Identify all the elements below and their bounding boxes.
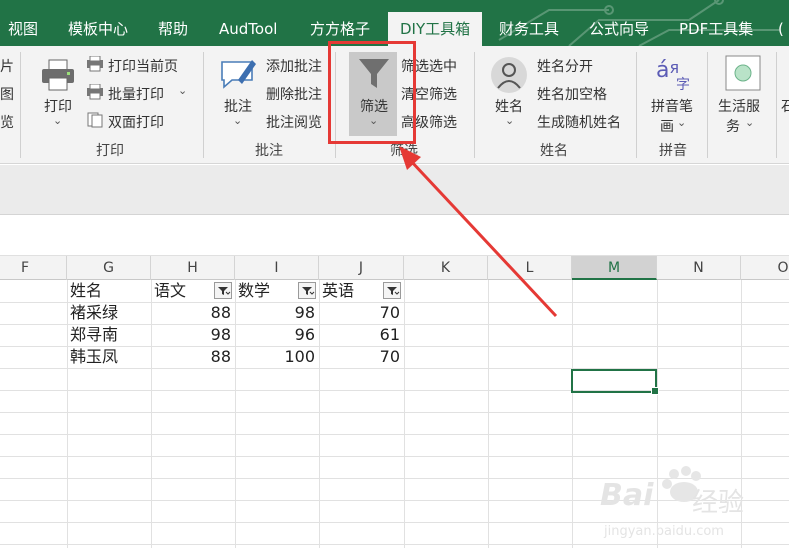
header-cell-math[interactable]: 数学 <box>238 280 270 302</box>
tab-pdf-toolset[interactable]: PDF工具集 <box>679 0 753 46</box>
cell-math[interactable]: 98 <box>235 302 319 324</box>
group-separator <box>474 52 475 158</box>
sheet-toolbar-area <box>0 216 789 256</box>
name-add-space-button[interactable]: 姓名加空格 <box>537 84 607 104</box>
tab-view[interactable]: 视图 <box>8 0 38 46</box>
cell-name[interactable]: 褚采绿 <box>70 302 118 324</box>
tab-fangfang[interactable]: 方方格子 <box>310 0 370 46</box>
filter-funnel-icon <box>218 287 231 295</box>
name-group-label: 姓名 <box>540 143 568 159</box>
header-cell-chinese[interactable]: 语文 <box>154 280 186 302</box>
baidu-watermark: Bai 经验 jingyan.baidu.com <box>600 462 780 544</box>
pinyin-stroke-button-line2[interactable]: 画 <box>660 116 674 136</box>
comment-icon <box>221 60 256 89</box>
ribbon-tab-bar: 视图 模板中心 帮助 AudTool 方方格子 DIY工具箱 财务工具 公式向导… <box>0 0 789 46</box>
cut-label-2[interactable]: 图 <box>0 84 14 104</box>
column-header-f[interactable]: F <box>0 256 67 280</box>
cell-chinese[interactable]: 88 <box>151 302 235 324</box>
column-header-o[interactable]: O <box>741 256 789 280</box>
filter-dropdown-english[interactable] <box>383 282 401 299</box>
cell-math[interactable]: 96 <box>235 324 319 346</box>
random-name-button[interactable]: 生成随机姓名 <box>537 112 621 132</box>
cut-label-1[interactable]: 片 <box>0 56 14 76</box>
batch-print-button[interactable]: 批量打印 <box>108 84 164 104</box>
column-header-bar: F G H I J K L M N O <box>0 256 789 280</box>
group-separator <box>776 52 777 158</box>
column-header-k[interactable]: K <box>404 256 488 280</box>
column-header-i[interactable]: I <box>235 256 319 280</box>
column-header-j[interactable]: J <box>319 256 404 280</box>
filter-funnel-icon <box>387 287 400 295</box>
pinyin-char: 字 <box>676 77 690 93</box>
print-page-icon <box>87 56 103 72</box>
watermark-text: Bai <box>600 478 654 513</box>
print-current-page-button[interactable]: 打印当前页 <box>108 56 178 76</box>
duplex-print-button[interactable]: 双面打印 <box>108 112 164 132</box>
tab-template-center[interactable]: 模板中心 <box>68 0 128 46</box>
chevron-down-icon[interactable]: ⌄ <box>233 114 242 127</box>
cell-chinese[interactable]: 98 <box>151 324 235 346</box>
comment-button[interactable]: 批注 <box>224 96 252 116</box>
view-comment-button[interactable]: 批注阅览 <box>266 112 322 132</box>
chevron-down-icon[interactable]: ⌄ <box>53 114 62 127</box>
split-name-button[interactable]: 姓名分开 <box>537 56 593 76</box>
duplex-print-icon <box>87 112 103 128</box>
pinyin-group-label: 拼音 <box>659 143 687 159</box>
watermark-url: jingyan.baidu.com <box>604 524 724 539</box>
pinyin-stroke-button[interactable]: 拼音笔 <box>651 96 693 116</box>
column-header-m[interactable]: M <box>572 256 657 280</box>
printer-icon <box>42 59 74 91</box>
group-separator <box>20 52 21 158</box>
column-header-h[interactable]: H <box>151 256 235 280</box>
life-service-button[interactable]: 生活服 <box>718 96 760 116</box>
header-cell-english[interactable]: 英语 <box>322 280 354 302</box>
cell-english[interactable]: 70 <box>319 302 404 324</box>
column-header-g[interactable]: G <box>67 256 151 280</box>
batch-print-icon <box>87 84 103 100</box>
group-separator <box>203 52 204 158</box>
cell-english[interactable]: 70 <box>319 346 404 368</box>
tab-audtool[interactable]: AudTool <box>219 0 277 46</box>
filter-dropdown-chinese[interactable] <box>214 282 232 299</box>
tab-more[interactable]: ( <box>778 0 784 46</box>
comment-group-label: 批注 <box>255 143 283 159</box>
cut-label-right[interactable]: 石 <box>781 96 789 116</box>
column-header-l[interactable]: L <box>488 256 572 280</box>
chevron-down-icon[interactable]: ⌄ <box>745 116 754 129</box>
group-separator <box>636 52 637 158</box>
watermark-text-cn: 经验 <box>692 488 745 518</box>
chevron-down-icon[interactable]: ⌄ <box>178 84 187 97</box>
life-service-icon <box>725 55 761 91</box>
tab-help[interactable]: 帮助 <box>158 0 188 46</box>
cell-name[interactable]: 郑寻南 <box>70 324 118 346</box>
filter-dropdown-math[interactable] <box>298 282 316 299</box>
filter-funnel-icon <box>302 287 315 295</box>
selected-cell-m5[interactable] <box>571 369 659 395</box>
add-comment-button[interactable]: 添加批注 <box>266 56 322 76</box>
cell-math[interactable]: 100 <box>235 346 319 368</box>
life-service-button-line2[interactable]: 务 <box>726 116 740 136</box>
cut-label-3[interactable]: 览 <box>0 112 14 132</box>
tab-finance-tools[interactable]: 财务工具 <box>499 0 559 46</box>
chevron-down-icon[interactable]: ⌄ <box>677 116 686 129</box>
cell-chinese[interactable]: 88 <box>151 346 235 368</box>
delete-comment-button[interactable]: 删除批注 <box>266 84 322 104</box>
group-separator <box>707 52 708 158</box>
tab-formula-wizard[interactable]: 公式向导 <box>589 0 649 46</box>
chevron-down-icon[interactable]: ⌄ <box>505 114 514 127</box>
person-icon <box>491 57 527 93</box>
highlight-box <box>328 41 416 144</box>
column-header-n[interactable]: N <box>657 256 741 280</box>
cell-english[interactable]: 61 <box>319 324 404 346</box>
formula-bar-area <box>0 165 789 215</box>
header-cell-name[interactable]: 姓名 <box>70 280 102 302</box>
name-button[interactable]: 姓名 <box>495 96 523 116</box>
print-group-label: 打印 <box>96 143 124 159</box>
print-button[interactable]: 打印 <box>44 96 72 116</box>
cell-name[interactable]: 韩玉凤 <box>70 346 118 368</box>
